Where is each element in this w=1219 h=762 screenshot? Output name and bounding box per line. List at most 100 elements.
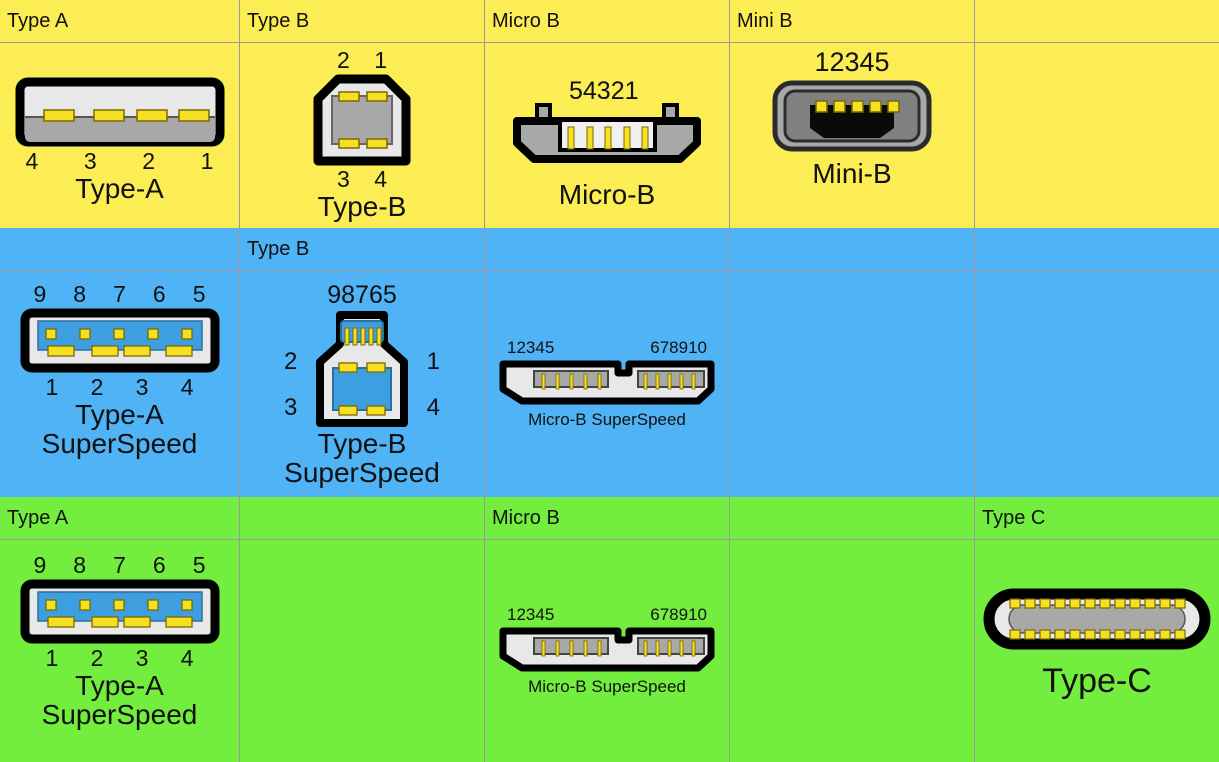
type-b-superspeed-connector-icon [316,311,408,427]
cell-micro-b-ss-usb3: 12345 678910 Micro-B SuperSpeed [485,271,730,497]
pin-label: 6 [152,552,166,578]
usb31-header-label-5: Type C [982,507,1046,529]
usb3-header-label-2: Type B [247,238,310,260]
type-b-pin-labels-bottom: 3 4 [337,168,387,191]
usb2-header-cell-2: Type B [240,0,485,42]
micro-b-ss-caption: Micro-B SuperSpeed [528,410,686,430]
cell-micro-b-usb2: 54321 Micro-B [485,43,730,228]
pin-label: 4 [25,148,39,174]
cell-micro-b-ss-usb31: 12345 678910 Micro-B SuperSpeed [485,540,730,762]
cell-type-a-ss-usb3: 9 8 7 6 5 1 2 3 4 Type-A SuperSpeed [0,271,240,497]
cell-mini-b-usb2: 12345 Mini-B [730,43,975,228]
cell-empty-usb3-4 [730,271,975,497]
pin-label: 6 [152,281,166,307]
pin-label: 1 [45,374,59,400]
usb2-band: Type A Type B Micro B Mini B 4 3 2 1 Typ… [0,0,1219,228]
usb2-header-label-4: Mini B [737,10,793,32]
type-b-ss-pin-label-left-top: 2 [284,348,298,375]
pin-label: 2 [90,645,104,671]
usb2-header-label-2: Type B [247,10,310,32]
pin-label: 1 [374,47,387,73]
pin-label: 3 [83,148,97,174]
type-a-superspeed-green-connector-icon [20,579,219,644]
pin-label: 8 [73,552,87,578]
pin-label: 2 [90,374,104,400]
type-a-ss-caption: Type-A SuperSpeed [41,399,198,459]
pin-label: 4 [374,166,387,192]
usb2-header-label-1: Type A [7,10,69,32]
mini-b-pin-labels: 12345 [814,47,890,77]
usb-connector-table: Type A Type B Micro B Mini B 4 3 2 1 Typ… [0,0,1219,762]
usb31-header-cell-5: Type C [975,497,1219,539]
usb2-header-row: Type A Type B Micro B Mini B [0,0,1219,43]
pin-label: 8 [73,281,87,307]
usb31-header-row: Type A Micro B Type C [0,497,1219,540]
cell-type-b-usb2: 2 1 3 4 Type-B [240,43,485,228]
usb31-header-cell-1: Type A [0,497,240,539]
pin-label: 9 [33,281,47,307]
mini-b-connector-icon [772,80,932,152]
micro-b-ss-green-pin-labels-right: 678910 [650,605,707,625]
type-b-pin-labels-top: 2 1 [337,49,387,72]
cell-empty-usb31-2 [240,540,485,762]
type-a-ss-green-pin-labels-bottom: 1 2 3 4 [46,647,194,670]
type-b-caption: Type-B [317,191,407,222]
type-b-ss-pin-label-right-bottom: 4 [426,394,440,421]
usb31-header-cell-2 [240,497,485,539]
type-b-connector-icon [313,74,411,166]
type-b-ss-pin-label-left-bottom: 3 [284,394,298,421]
usb2-header-label-3: Micro B [492,10,560,32]
type-a-ss-pin-labels-bottom: 1 2 3 4 [46,376,194,399]
usb3-body-row: 9 8 7 6 5 1 2 3 4 Type-A SuperSpeed 9876… [0,271,1219,497]
pin-label: 3 [135,645,149,671]
pin-label: 5 [192,552,206,578]
usb31-header-label-1: Type A [7,507,69,529]
micro-b-connector-icon [513,103,701,163]
type-a-caption: Type-A [75,173,164,204]
pin-label: 9 [33,552,47,578]
pin-label: 7 [113,552,126,578]
mini-b-caption: Mini-B [812,158,892,189]
cell-type-c-usb31: Type-C [975,540,1219,762]
usb31-header-label-3: Micro B [492,507,560,529]
pin-label: 3 [337,166,350,192]
pin-label: 5 [192,281,206,307]
type-b-ss-pin-label-right-top: 1 [426,348,440,375]
usb31-body-row: 9 8 7 6 5 1 2 3 4 Type-A SuperSpeed 1234… [0,540,1219,762]
usb3-band: Type B 9 8 7 6 5 1 2 3 4 Type-A SuperSpe… [0,228,1219,497]
micro-b-ss-green-caption: Micro-B SuperSpeed [528,677,686,697]
usb31-header-cell-3: Micro B [485,497,730,539]
cell-type-a-ss-usb31: 9 8 7 6 5 1 2 3 4 Type-A SuperSpeed [0,540,240,762]
type-a-pin-labels: 4 3 2 1 [26,150,214,173]
usb2-header-cell-4: Mini B [730,0,975,42]
usb2-header-cell-1: Type A [0,0,240,42]
pin-label: 4 [180,645,194,671]
usb3-header-cell-5 [975,228,1219,270]
usb3-header-cell-2: Type B [240,228,485,270]
pin-label: 2 [337,47,350,73]
type-b-ss-caption: Type-B SuperSpeed [284,428,440,488]
micro-b-superspeed-green-connector-icon [499,627,715,672]
micro-b-ss-pin-labels-right: 678910 [650,338,707,358]
micro-b-caption: Micro-B [558,179,656,210]
micro-b-superspeed-connector-icon [499,360,715,405]
micro-b-ss-pin-labels-left: 12345 [507,338,555,358]
cell-type-b-ss-usb3: 98765 2 3 1 4 Type-B SuperSpeed [240,271,485,497]
type-a-connector-icon [15,77,224,147]
usb2-header-cell-5 [975,0,1219,42]
type-c-caption: Type-C [1042,662,1152,700]
pin-label: 7 [113,281,126,307]
cell-empty-usb31-4 [730,540,975,762]
usb3-header-cell-1 [0,228,240,270]
usb3-header-row: Type B [0,228,1219,271]
usb3-header-cell-4 [730,228,975,270]
type-a-ss-green-pin-labels-top: 9 8 7 6 5 [34,554,206,577]
usb3-header-cell-3 [485,228,730,270]
type-a-ss-pin-labels-top: 9 8 7 6 5 [34,283,206,306]
pin-label: 3 [135,374,149,400]
cell-empty-usb3-5 [975,271,1219,497]
type-b-ss-pin-labels-top: 98765 [327,281,397,309]
micro-b-pin-labels: 54321 [569,77,639,105]
usb2-header-cell-3: Micro B [485,0,730,42]
micro-b-ss-green-pin-labels-left: 12345 [507,605,555,625]
